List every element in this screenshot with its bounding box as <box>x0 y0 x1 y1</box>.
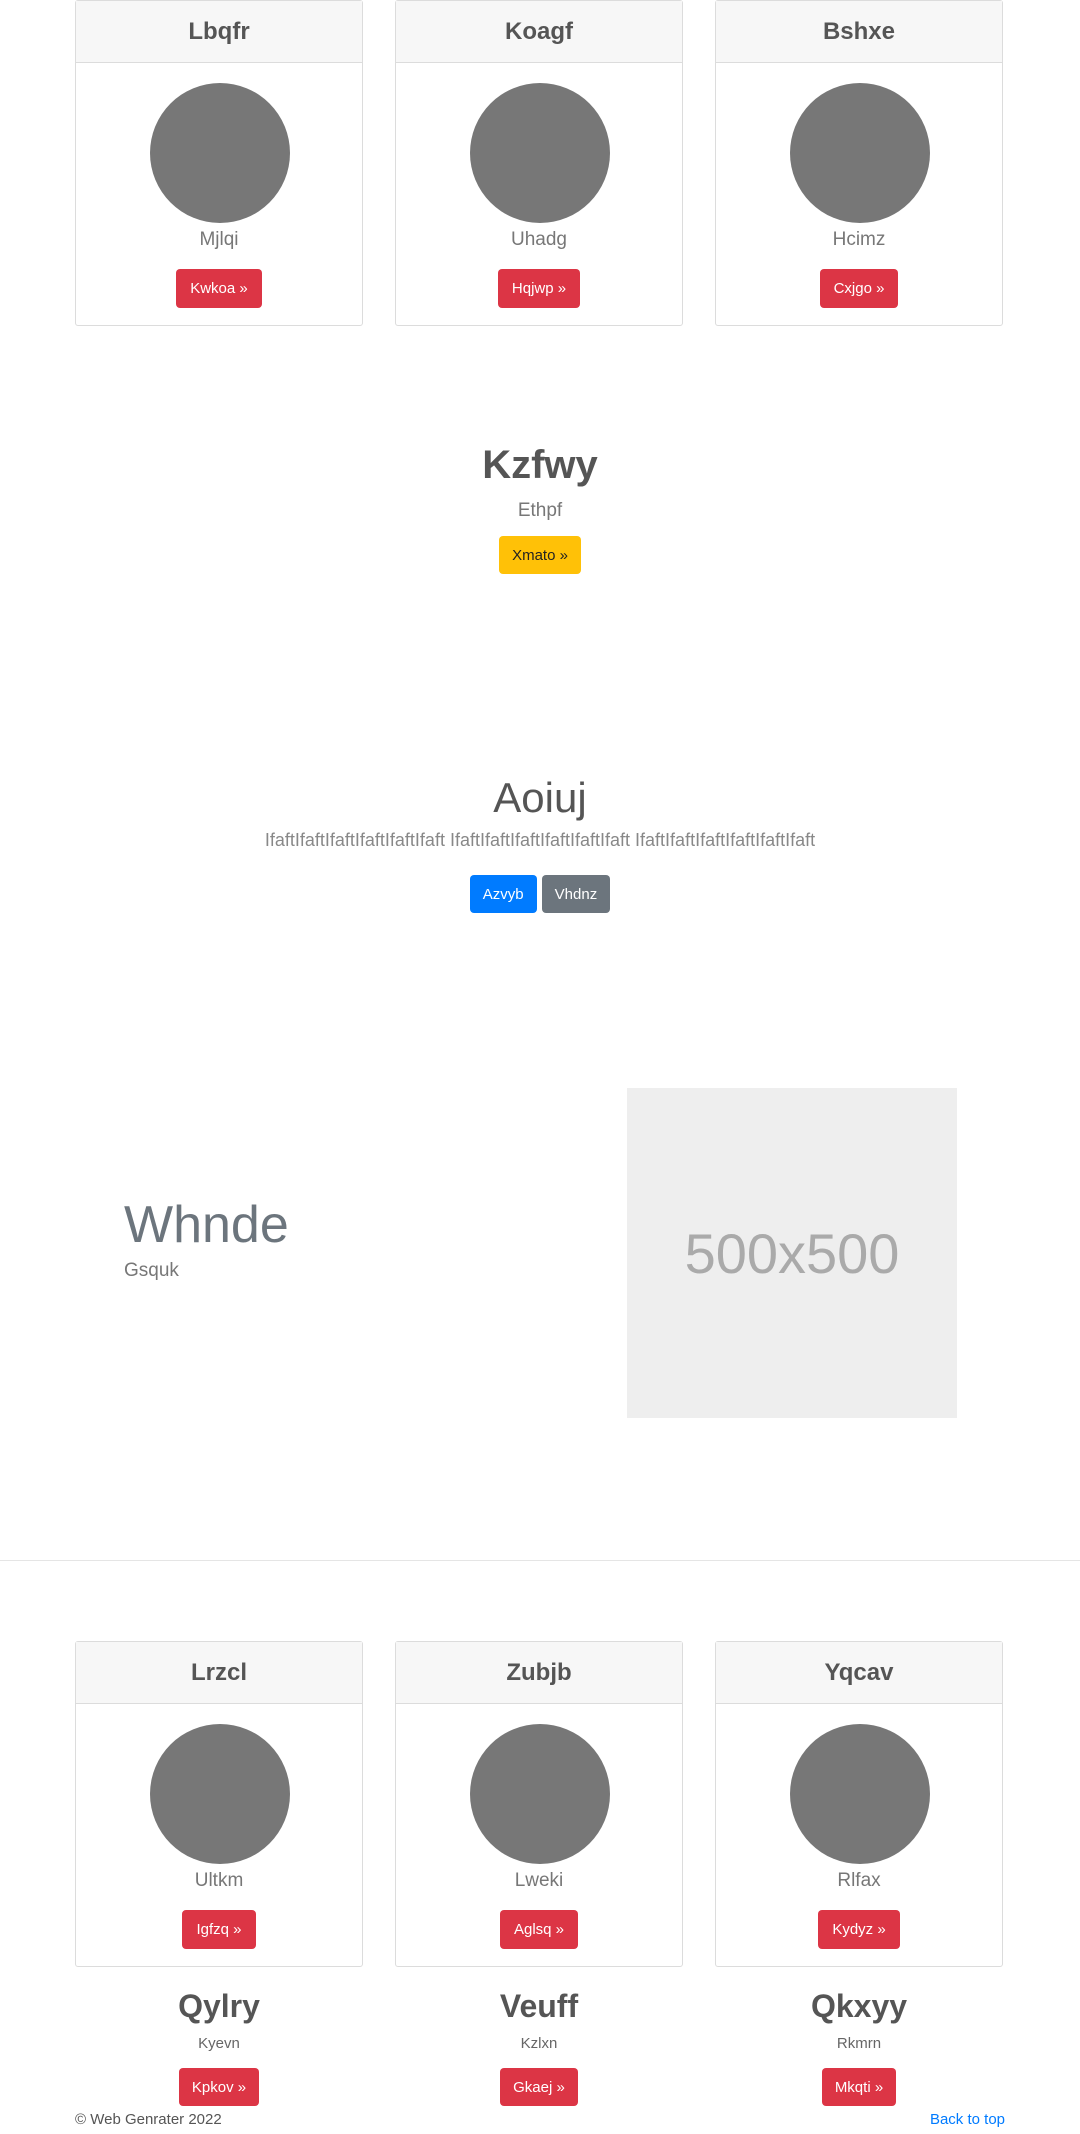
card-title: Zubjb <box>396 1642 682 1704</box>
card-subtitle: Lweki <box>514 1870 564 1891</box>
card: Bshxe Hcimz Cxjgo » <box>715 0 1003 326</box>
mini-button[interactable]: Kpkov » <box>178 2068 260 2106</box>
mini-subtitle: Rkmrn <box>836 2035 882 2052</box>
mini-button[interactable]: Gkaej » <box>500 2068 578 2106</box>
card-subtitle: Ultkm <box>194 1870 244 1891</box>
primary-button[interactable]: Azvyb <box>469 875 537 913</box>
card-button[interactable]: Cxjgo » <box>819 269 899 308</box>
feature-title: Whnde <box>124 1196 289 1254</box>
avatar-image <box>470 1724 610 1864</box>
avatar-image <box>790 1724 930 1864</box>
avatar-image <box>790 83 930 223</box>
card-button[interactable]: Igfzq » <box>182 1910 256 1949</box>
card: Zubjb Lweki Aglsq » <box>395 1641 683 1967</box>
avatar-image <box>470 83 610 223</box>
card-body: Ultkm Igfzq » <box>76 1704 362 1968</box>
mini-item: Veuff Kzlxn Gkaej » <box>395 1986 683 2106</box>
hero-section: Kzfwy Ethpf Xmato » <box>0 440 1080 574</box>
card: Koagf Uhadg Hqjwp » <box>395 0 683 326</box>
back-to-top-link[interactable]: Back to top <box>930 2111 1005 2128</box>
card-button[interactable]: Hqjwp » <box>497 269 581 308</box>
jumbotron-title: Aoiuj <box>493 774 587 821</box>
card: Yqcav Rlfax Kydyz » <box>715 1641 1003 1967</box>
mini-item: Qylry Kyevn Kpkov » <box>75 1986 363 2106</box>
mini-subtitle: Kyevn <box>198 2035 240 2052</box>
card-body: Hcimz Cxjgo » <box>716 63 1002 327</box>
jumbotron-text: IfaftIfaftIfaftIfaftIfaftIfaft IfaftIfaf… <box>264 830 816 850</box>
avatar-image <box>150 1724 290 1864</box>
mini-title: Qylry <box>178 1988 260 2024</box>
mini-item: Qkxyy Rkmrn Mkqti » <box>715 1986 1003 2106</box>
page: Lbqfr Mjlqi Kwkoa » Koagf Uhadg Hqjwp » … <box>0 0 1080 2134</box>
card-title: Lbqfr <box>76 1 362 63</box>
card-subtitle: Mjlqi <box>199 229 239 250</box>
card-subtitle: Uhadg <box>511 229 567 250</box>
card-title: Yqcav <box>716 1642 1002 1704</box>
card-body: Rlfax Kydyz » <box>716 1704 1002 1968</box>
card-title: Koagf <box>396 1 682 63</box>
mini-subtitle: Kzlxn <box>520 2035 558 2052</box>
card-button[interactable]: Aglsq » <box>499 1910 579 1949</box>
secondary-button[interactable]: Vhdnz <box>541 875 611 913</box>
placeholder-image: 500x500 <box>627 1088 957 1418</box>
feature-subtitle: Gsquk <box>124 1260 179 1281</box>
card-body: Mjlqi Kwkoa » <box>76 63 362 327</box>
card: Lbqfr Mjlqi Kwkoa » <box>75 0 363 326</box>
card-subtitle: Rlfax <box>837 1870 881 1891</box>
avatar-image <box>150 83 290 223</box>
card-title: Bshxe <box>716 1 1002 63</box>
card-button[interactable]: Kydyz » <box>818 1910 900 1949</box>
mini-title: Qkxyy <box>810 1988 908 2024</box>
mini-title: Veuff <box>499 1988 579 2024</box>
section-divider <box>0 1560 1080 1561</box>
jumbotron-buttons: Azvyb Vhdnz <box>0 875 1080 913</box>
hero-button[interactable]: Xmato » <box>499 536 581 574</box>
mini-button[interactable]: Mkqti » <box>821 2068 897 2106</box>
jumbotron-section: Aoiuj IfaftIfaftIfaftIfaftIfaftIfaft Ifa… <box>0 770 1080 913</box>
card: Lrzcl Ultkm Igfzq » <box>75 1641 363 1967</box>
hero-title: Kzfwy <box>482 443 598 487</box>
card-body: Lweki Aglsq » <box>396 1704 682 1968</box>
hero-subtitle: Ethpf <box>517 500 563 521</box>
footer-copyright: © Web Genrater 2022 <box>75 2111 222 2128</box>
card-subtitle: Hcimz <box>832 229 886 250</box>
card-body: Uhadg Hqjwp » <box>396 63 682 327</box>
card-button[interactable]: Kwkoa » <box>176 269 262 308</box>
card-title: Lrzcl <box>76 1642 362 1704</box>
